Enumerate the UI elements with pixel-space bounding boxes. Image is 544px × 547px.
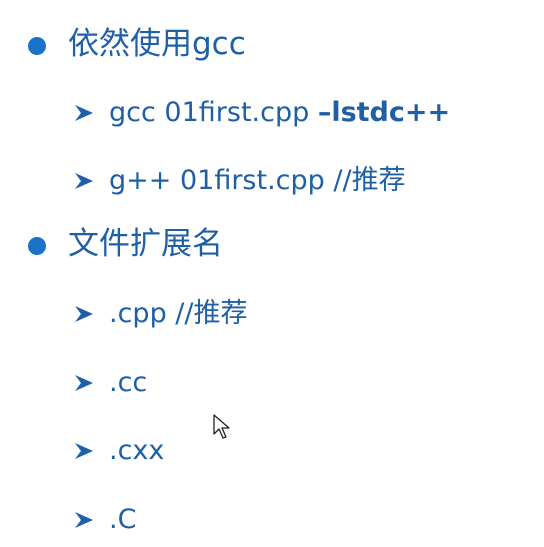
arrowhead-icon xyxy=(75,105,93,121)
list-item-text: .cpp //推荐 xyxy=(109,298,248,329)
list-item-text: .C xyxy=(109,504,137,535)
section-title: 依然使用gcc xyxy=(68,26,246,62)
slide: 依然使用gcc gcc 01first.cpp –lstdc++ g++ 01f… xyxy=(0,0,544,547)
mouse-cursor-icon xyxy=(213,414,230,439)
arrowhead-icon xyxy=(75,443,93,459)
arrowhead-icon xyxy=(75,306,93,322)
list-item: g++ 01first.cpp //推荐 xyxy=(73,165,533,204)
filled-circle-icon xyxy=(28,237,46,255)
list-item: .cpp //推荐 xyxy=(73,298,533,337)
list-item-text: gcc 01first.cpp –lstdc++ xyxy=(109,97,451,128)
list-item-text: g++ 01first.cpp //推荐 xyxy=(109,165,406,196)
list-item-text: .cc xyxy=(109,367,148,398)
arrowhead-icon xyxy=(75,173,93,189)
section-heading-gcc: 依然使用gcc xyxy=(28,26,518,72)
list-item: .cc xyxy=(73,367,533,406)
filled-circle-icon xyxy=(28,37,46,55)
arrowhead-icon xyxy=(75,375,93,391)
arrowhead-icon xyxy=(75,512,93,528)
section-title: 文件扩展名 xyxy=(68,226,223,262)
list-item: .cxx xyxy=(73,435,533,474)
list-item: .C xyxy=(73,504,533,543)
section-heading-extensions: 文件扩展名 xyxy=(28,226,518,272)
list-item: gcc 01first.cpp –lstdc++ xyxy=(73,97,533,136)
list-item-text: .cxx xyxy=(109,435,165,466)
